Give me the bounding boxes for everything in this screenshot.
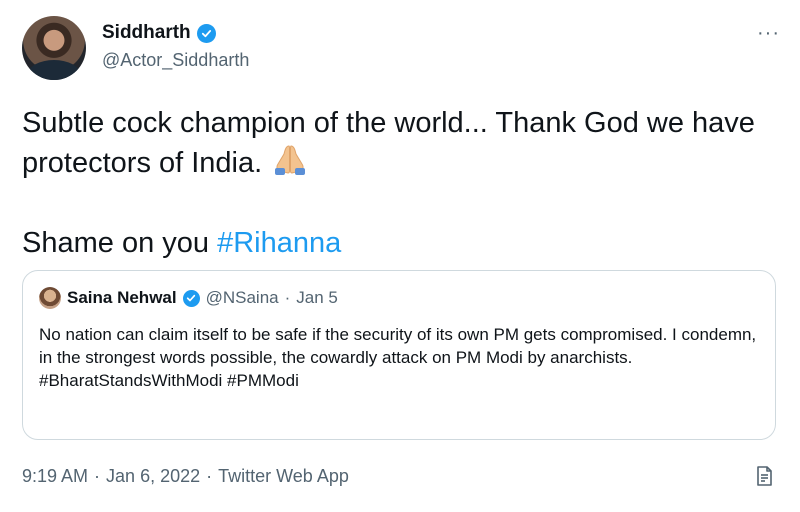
quoted-verified-badge-icon — [182, 289, 200, 307]
author-display-name[interactable]: Siddharth — [102, 22, 191, 44]
tweet-time[interactable]: 9:19 AM — [22, 466, 88, 487]
tweet-text-line1: Subtle cock champion of the world... Tha… — [22, 104, 782, 186]
tweet-source[interactable]: Twitter Web App — [218, 466, 349, 487]
hashtag-rihanna-link[interactable]: #Rihanna — [217, 227, 341, 259]
quoted-separator: · — [284, 288, 291, 307]
tweet-activity-icon[interactable] — [752, 464, 776, 488]
avatar-shoulders — [28, 60, 80, 80]
quoted-tweet-body: No nation can claim itself to be safe if… — [39, 325, 757, 367]
tweet-text: Subtle cock champion of the world... Tha… — [22, 104, 782, 262]
more-horizontal-icon[interactable]: ··· — [757, 22, 780, 45]
folded-hands-icon — [270, 142, 310, 186]
quoted-tweet-card[interactable]: Saina Nehwal @NSaina · Jan 5 No nation c… — [22, 270, 776, 440]
quoted-author-handle[interactable]: @NSaina — [206, 288, 279, 308]
quoted-tweet-text: No nation can claim itself to be safe if… — [39, 323, 759, 392]
author-handle[interactable]: @Actor_Siddharth — [102, 50, 249, 71]
quoted-tweet-date[interactable]: Jan 5 — [296, 288, 338, 308]
meta-separator-1: · — [94, 466, 101, 486]
quoted-tweet-header: Saina Nehwal @NSaina · Jan 5 — [39, 287, 338, 309]
meta-separator-2: · — [206, 466, 213, 486]
quoted-author-avatar[interactable] — [39, 287, 61, 309]
tweet-date[interactable]: Jan 6, 2022 — [106, 466, 200, 487]
tweet-text-line2: Shame on you #Rihanna — [22, 224, 782, 262]
verified-badge-icon — [196, 23, 216, 43]
author-avatar[interactable] — [22, 16, 86, 80]
tweet-text-main: Subtle cock champion of the world... Tha… — [22, 107, 755, 179]
quoted-tweet-hashtags[interactable]: #BharatStandsWithModi #PMModi — [39, 369, 759, 392]
tweet-text-shame: Shame on you — [22, 227, 218, 259]
tweet-header: Siddharth @Actor_Siddharth ··· — [22, 16, 782, 82]
quoted-author-display-name[interactable]: Saina Nehwal — [67, 288, 177, 308]
author-name-row: Siddharth — [102, 22, 216, 44]
tweet-metadata: 9:19 AM · Jan 6, 2022 · Twitter Web App — [22, 466, 349, 487]
